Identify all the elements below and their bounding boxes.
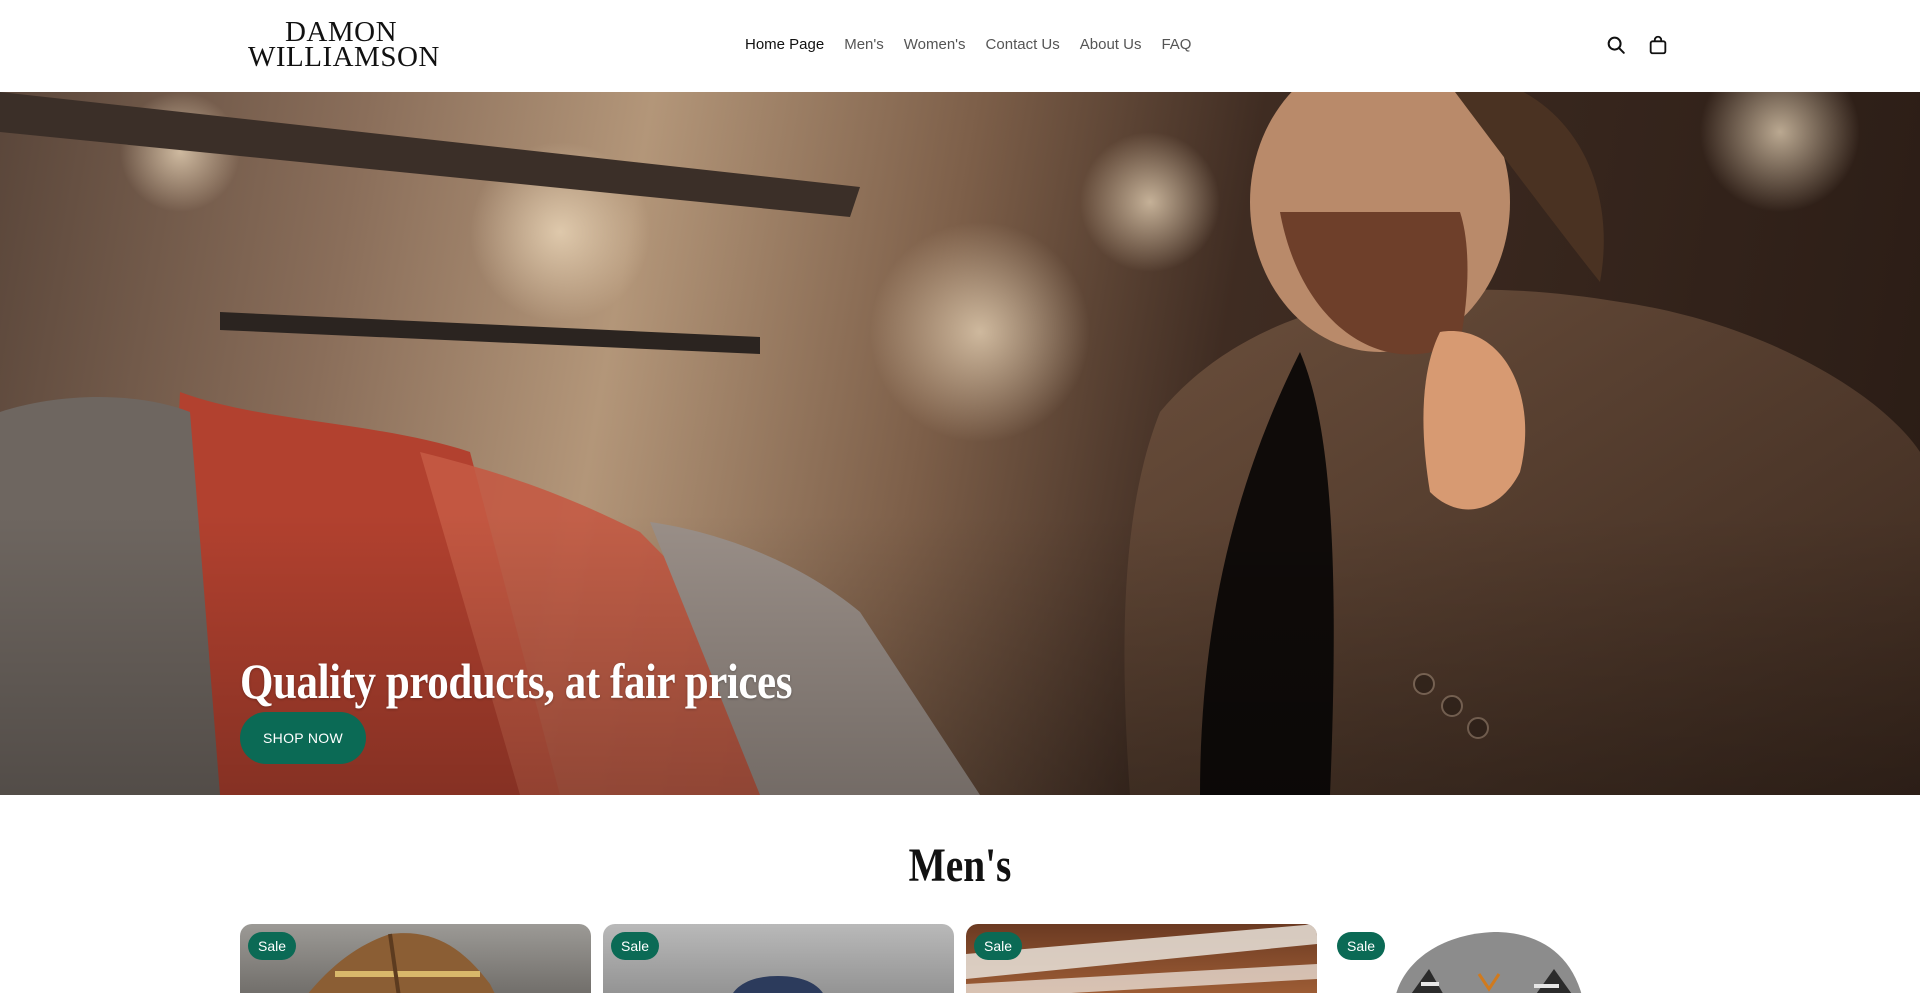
search-icon[interactable] bbox=[1605, 34, 1627, 56]
sale-badge: Sale bbox=[611, 932, 660, 960]
nav-womens[interactable]: Women's bbox=[904, 36, 966, 54]
product-card[interactable]: Sale bbox=[1329, 924, 1680, 993]
product-image bbox=[1396, 932, 1582, 993]
nav-home[interactable]: Home Page bbox=[745, 36, 824, 54]
product-card[interactable]: Sale bbox=[240, 924, 591, 993]
brand-logo[interactable]: DAMON WILLIAMSON bbox=[248, 18, 440, 73]
sale-badge: Sale bbox=[1337, 932, 1386, 960]
main-nav: Home Page Men's Women's Contact Us About… bbox=[745, 36, 1211, 54]
product-image bbox=[308, 933, 495, 993]
hero-banner: Quality products, at fair prices SHOP NO… bbox=[0, 92, 1920, 795]
sale-badge: Sale bbox=[974, 932, 1023, 960]
product-image bbox=[966, 924, 1317, 993]
section-title-mens: Men's bbox=[908, 839, 1012, 892]
product-image bbox=[733, 976, 823, 993]
shop-now-button[interactable]: SHOP NOW bbox=[240, 712, 366, 764]
site-header: DAMON WILLIAMSON Home Page Men's Women's… bbox=[0, 0, 1920, 92]
nav-mens[interactable]: Men's bbox=[844, 36, 884, 54]
sale-badge: Sale bbox=[248, 932, 297, 960]
hero-headline: Quality products, at fair prices bbox=[240, 653, 793, 709]
nav-contact-us[interactable]: Contact Us bbox=[986, 36, 1060, 54]
nav-about-us[interactable]: About Us bbox=[1080, 36, 1142, 54]
product-card[interactable]: Sale bbox=[603, 924, 954, 993]
cart-icon[interactable] bbox=[1647, 34, 1669, 56]
logo-line-2: WILLIAMSON bbox=[248, 41, 440, 73]
nav-faq[interactable]: FAQ bbox=[1161, 36, 1191, 54]
product-grid: Sale Sale Sale Sale bbox=[240, 924, 1680, 993]
product-card[interactable]: Sale bbox=[966, 924, 1317, 993]
